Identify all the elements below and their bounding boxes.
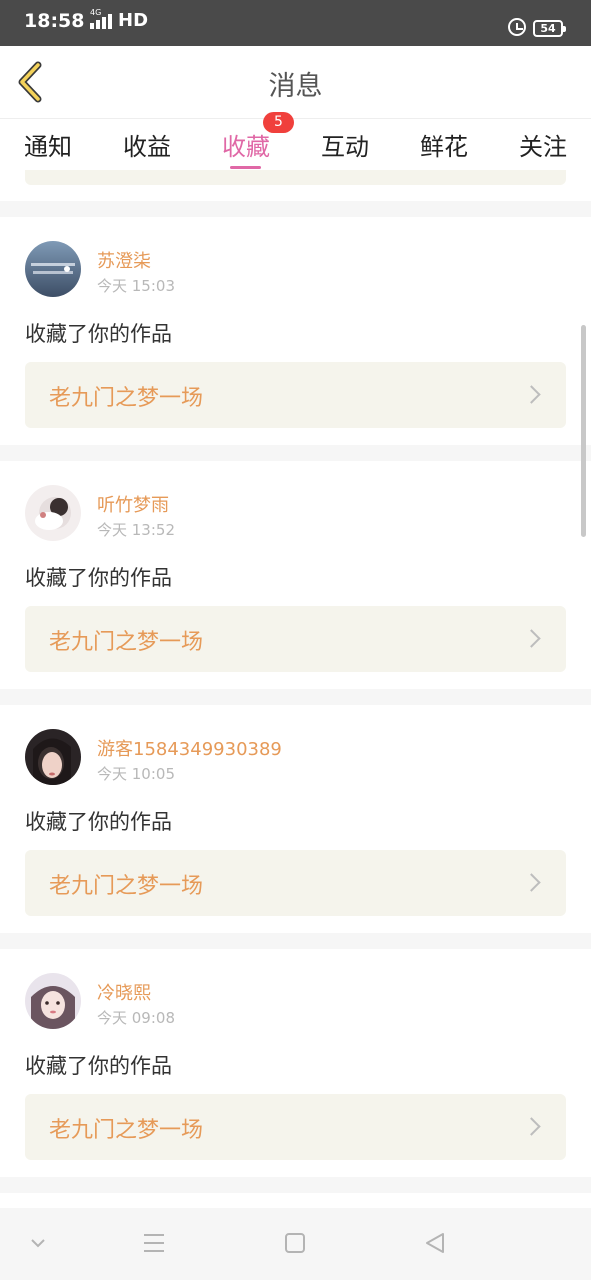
tab-favorites[interactable]: 收藏 xyxy=(222,127,270,162)
tab-flowers[interactable]: 鲜花 xyxy=(420,127,468,162)
work-link[interactable]: 老九门之梦一场 xyxy=(25,606,566,672)
action-text: 收藏了你的作品 xyxy=(25,322,172,346)
tab-following[interactable]: 关注 xyxy=(519,127,567,162)
scrollbar[interactable] xyxy=(581,325,586,537)
timestamp: 今天 10:05 xyxy=(97,765,175,783)
chevron-right-icon xyxy=(522,385,541,404)
status-time: 18:58 xyxy=(24,10,85,32)
system-nav-bar xyxy=(0,1208,591,1280)
work-title: 老九门之梦一场 xyxy=(49,386,204,411)
chevron-down-icon[interactable] xyxy=(28,1236,48,1250)
action-text: 收藏了你的作品 xyxy=(25,566,172,590)
work-link[interactable]: 老九门之梦一场 xyxy=(25,362,566,428)
list-item: 游客1584349930389 今天 10:05 收藏了你的作品 老九门之梦一场 xyxy=(0,705,591,933)
action-text: 收藏了你的作品 xyxy=(25,810,172,834)
username[interactable]: 冷晓熙 xyxy=(97,979,151,1005)
avatar[interactable] xyxy=(25,973,81,1029)
menu-icon[interactable] xyxy=(143,1232,165,1254)
chevron-right-icon xyxy=(522,629,541,648)
work-link[interactable]: 老九门之梦一场 xyxy=(25,1094,566,1160)
home-square-icon[interactable] xyxy=(284,1232,306,1254)
battery-icon: 54 xyxy=(533,20,566,37)
back-triangle-icon[interactable] xyxy=(424,1232,446,1254)
tab-notifications[interactable]: 通知 xyxy=(24,127,72,162)
chevron-right-icon xyxy=(522,1117,541,1136)
list-item: 苏澄柒 今天 15:03 收藏了你的作品 老九门之梦一场 xyxy=(0,217,591,445)
alarm-icon xyxy=(508,18,526,36)
work-title: 老九门之梦一场 xyxy=(49,1118,204,1143)
avatar[interactable] xyxy=(25,485,81,541)
action-text: 收藏了你的作品 xyxy=(25,1054,172,1078)
list-item: 听竹梦雨 今天 13:52 收藏了你的作品 老九门之梦一场 xyxy=(0,461,591,689)
list-item: 冷晓熙 今天 09:08 收藏了你的作品 老九门之梦一场 xyxy=(0,949,591,1177)
username[interactable]: 游客1584349930389 xyxy=(97,735,282,761)
username[interactable]: 苏澄柒 xyxy=(97,247,151,273)
active-tab-indicator xyxy=(230,166,261,169)
hd-indicator: HD xyxy=(118,10,149,31)
tab-bar: 通知 收益 收藏 互动 鲜花 关注 xyxy=(0,118,591,170)
avatar[interactable] xyxy=(25,729,81,785)
work-title: 老九门之梦一场 xyxy=(49,874,204,899)
network-type: 4G xyxy=(90,8,102,17)
app-header: 消息 xyxy=(0,46,591,118)
work-link[interactable]: 老九门之梦一场 xyxy=(25,850,566,916)
signal-icon: 4G xyxy=(90,8,112,29)
timestamp: 今天 09:08 xyxy=(97,1009,175,1027)
previous-card-partial xyxy=(0,170,591,201)
page-title: 消息 xyxy=(268,71,323,102)
avatar[interactable] xyxy=(25,241,81,297)
tab-interactions[interactable]: 互动 xyxy=(321,127,369,162)
work-title: 老九门之梦一场 xyxy=(49,630,204,655)
status-bar: 18:58 4G HD 54 xyxy=(0,0,591,46)
timestamp: 今天 13:52 xyxy=(97,521,175,539)
chevron-right-icon xyxy=(522,873,541,892)
tab-earnings[interactable]: 收益 xyxy=(123,127,171,162)
username[interactable]: 听竹梦雨 xyxy=(97,491,169,517)
tab-badge: 5 xyxy=(263,112,294,133)
timestamp: 今天 15:03 xyxy=(97,277,175,295)
